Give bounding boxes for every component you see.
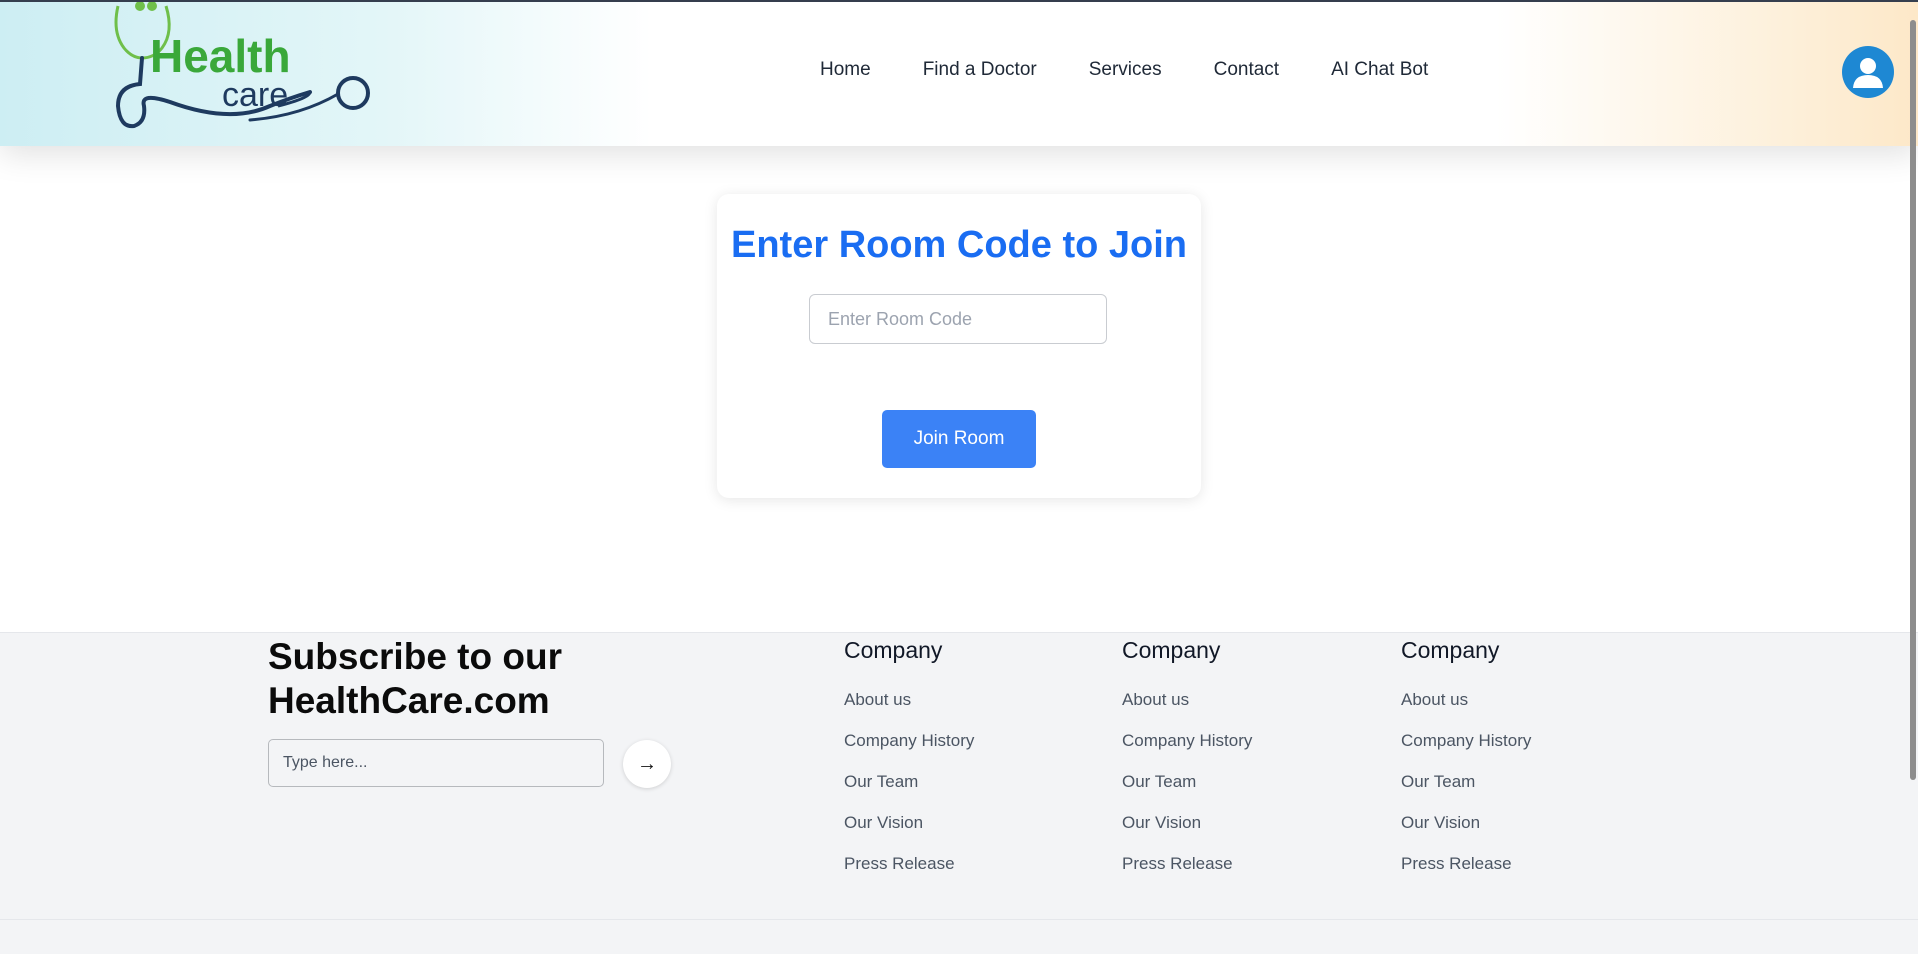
footer-link-company-history[interactable]: Company History bbox=[844, 731, 974, 751]
subscribe-title: Subscribe to our HealthCare.com bbox=[268, 636, 562, 721]
nav-ai-chat-bot[interactable]: AI Chat Bot bbox=[1331, 59, 1428, 81]
footer-divider bbox=[0, 919, 1918, 920]
nav-services[interactable]: Services bbox=[1089, 59, 1162, 81]
footer-column-3: Company About us Company History Our Tea… bbox=[1401, 637, 1531, 895]
join-room-card: Enter Room Code to Join Join Room bbox=[717, 194, 1201, 498]
main-content: Enter Room Code to Join Join Room bbox=[0, 146, 1918, 632]
subscribe-submit-button[interactable]: → bbox=[623, 740, 671, 788]
footer-link-about-us[interactable]: About us bbox=[1401, 690, 1531, 710]
subscribe-email-input[interactable] bbox=[268, 739, 604, 787]
healthcare-logo[interactable]: Health care bbox=[110, 2, 380, 134]
room-code-input[interactable] bbox=[809, 294, 1107, 344]
footer-link-press-release[interactable]: Press Release bbox=[1401, 854, 1531, 874]
logo-text-health: Health bbox=[150, 30, 291, 82]
nav-home[interactable]: Home bbox=[820, 59, 871, 81]
footer-link-company-history[interactable]: Company History bbox=[1401, 731, 1531, 751]
footer-link-our-vision[interactable]: Our Vision bbox=[1122, 813, 1252, 833]
page-scrollbar[interactable] bbox=[1910, 20, 1916, 780]
arrow-right-icon: → bbox=[637, 752, 657, 775]
footer-column-title: Company bbox=[844, 637, 943, 663]
logo-text-care: care bbox=[222, 76, 288, 114]
user-icon bbox=[1853, 58, 1883, 88]
join-room-button[interactable]: Join Room bbox=[882, 410, 1036, 468]
nav-find-a-doctor[interactable]: Find a Doctor bbox=[923, 59, 1037, 81]
footer-link-company-history[interactable]: Company History bbox=[1122, 731, 1252, 751]
footer-link-about-us[interactable]: About us bbox=[1122, 690, 1252, 710]
footer-link-our-team[interactable]: Our Team bbox=[1122, 772, 1252, 792]
footer-link-our-vision[interactable]: Our Vision bbox=[1401, 813, 1531, 833]
footer-link-our-team[interactable]: Our Team bbox=[1401, 772, 1531, 792]
footer-link-our-team[interactable]: Our Team bbox=[844, 772, 974, 792]
site-footer: Subscribe to our HealthCare.com → Compan… bbox=[0, 632, 1918, 954]
nav-contact[interactable]: Contact bbox=[1214, 59, 1279, 81]
footer-column-title: Company bbox=[1401, 637, 1500, 663]
footer-column-1: Company About us Company History Our Tea… bbox=[844, 637, 974, 895]
footer-column-2: Company About us Company History Our Tea… bbox=[1122, 637, 1252, 895]
join-room-title: Enter Room Code to Join bbox=[731, 224, 1187, 266]
user-avatar-button[interactable] bbox=[1842, 46, 1894, 98]
footer-column-title: Company bbox=[1122, 637, 1221, 663]
footer-link-press-release[interactable]: Press Release bbox=[1122, 854, 1252, 874]
footer-link-our-vision[interactable]: Our Vision bbox=[844, 813, 974, 833]
footer-link-about-us[interactable]: About us bbox=[844, 690, 974, 710]
stethoscope-logo-icon: Health care bbox=[114, 2, 370, 129]
site-header: Health care Home Find a Doctor Services … bbox=[0, 2, 1918, 146]
footer-link-press-release[interactable]: Press Release bbox=[844, 854, 974, 874]
main-nav: Home Find a Doctor Services Contact AI C… bbox=[820, 59, 1428, 81]
